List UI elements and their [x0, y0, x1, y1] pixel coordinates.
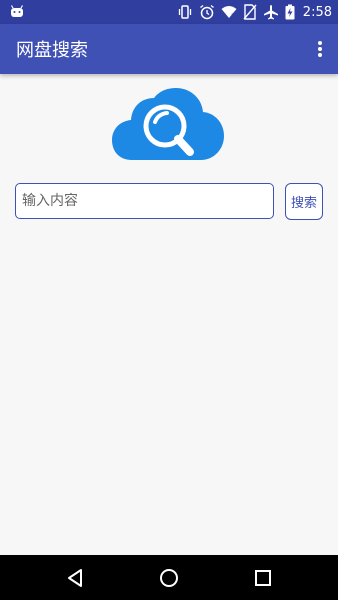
app-bar: 网盘搜索 — [0, 24, 338, 74]
battery-charging-icon — [285, 4, 295, 20]
alarm-icon — [199, 4, 214, 20]
more-vert-icon[interactable] — [312, 38, 328, 60]
wifi-icon: ? — [221, 6, 237, 20]
svg-text:?: ? — [231, 13, 234, 20]
airplane-mode-icon — [263, 5, 278, 20]
no-sim-icon — [243, 4, 257, 20]
navigation-bar — [0, 555, 338, 600]
android-icon — [10, 5, 24, 17]
back-icon[interactable] — [64, 567, 86, 589]
app-title: 网盘搜索 — [16, 40, 88, 61]
status-bar: ? 2:58 — [0, 0, 338, 24]
search-input[interactable] — [15, 183, 274, 219]
vibrate-icon — [178, 5, 191, 19]
recents-icon[interactable] — [252, 567, 274, 589]
home-icon[interactable] — [158, 567, 180, 589]
search-button[interactable]: 搜索 — [285, 183, 323, 220]
clock: 2:58 — [302, 4, 332, 20]
cloud-search-icon — [112, 88, 224, 160]
